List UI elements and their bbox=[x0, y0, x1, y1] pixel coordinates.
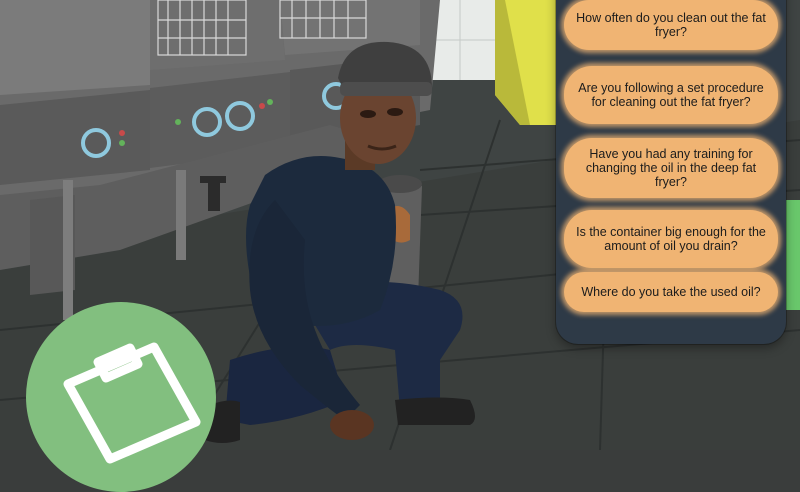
dialogue-option-container-size[interactable]: Is the container big enough for the amou… bbox=[564, 210, 778, 268]
dialogue-option-label: Is the container big enough for the amou… bbox=[576, 225, 766, 253]
dialogue-option-label: How often do you clean out the fat fryer… bbox=[576, 11, 766, 39]
clipboard-icon bbox=[63, 342, 201, 464]
dialogue-option-clean-frequency[interactable]: How often do you clean out the fat fryer… bbox=[564, 0, 778, 50]
dialogue-panel: How often do you clean out the fat fryer… bbox=[556, 0, 786, 344]
dialogue-option-label: Are you following a set procedure for cl… bbox=[578, 81, 764, 109]
notes-button[interactable] bbox=[26, 302, 216, 492]
dialogue-option-set-procedure[interactable]: Are you following a set procedure for cl… bbox=[564, 66, 778, 124]
dialogue-option-label: Where do you take the used oil? bbox=[581, 285, 761, 299]
dialogue-option-training[interactable]: Have you had any training for changing t… bbox=[564, 138, 778, 198]
dialogue-option-used-oil[interactable]: Where do you take the used oil? bbox=[564, 272, 778, 312]
dialogue-option-label: Have you had any training for changing t… bbox=[585, 147, 757, 189]
